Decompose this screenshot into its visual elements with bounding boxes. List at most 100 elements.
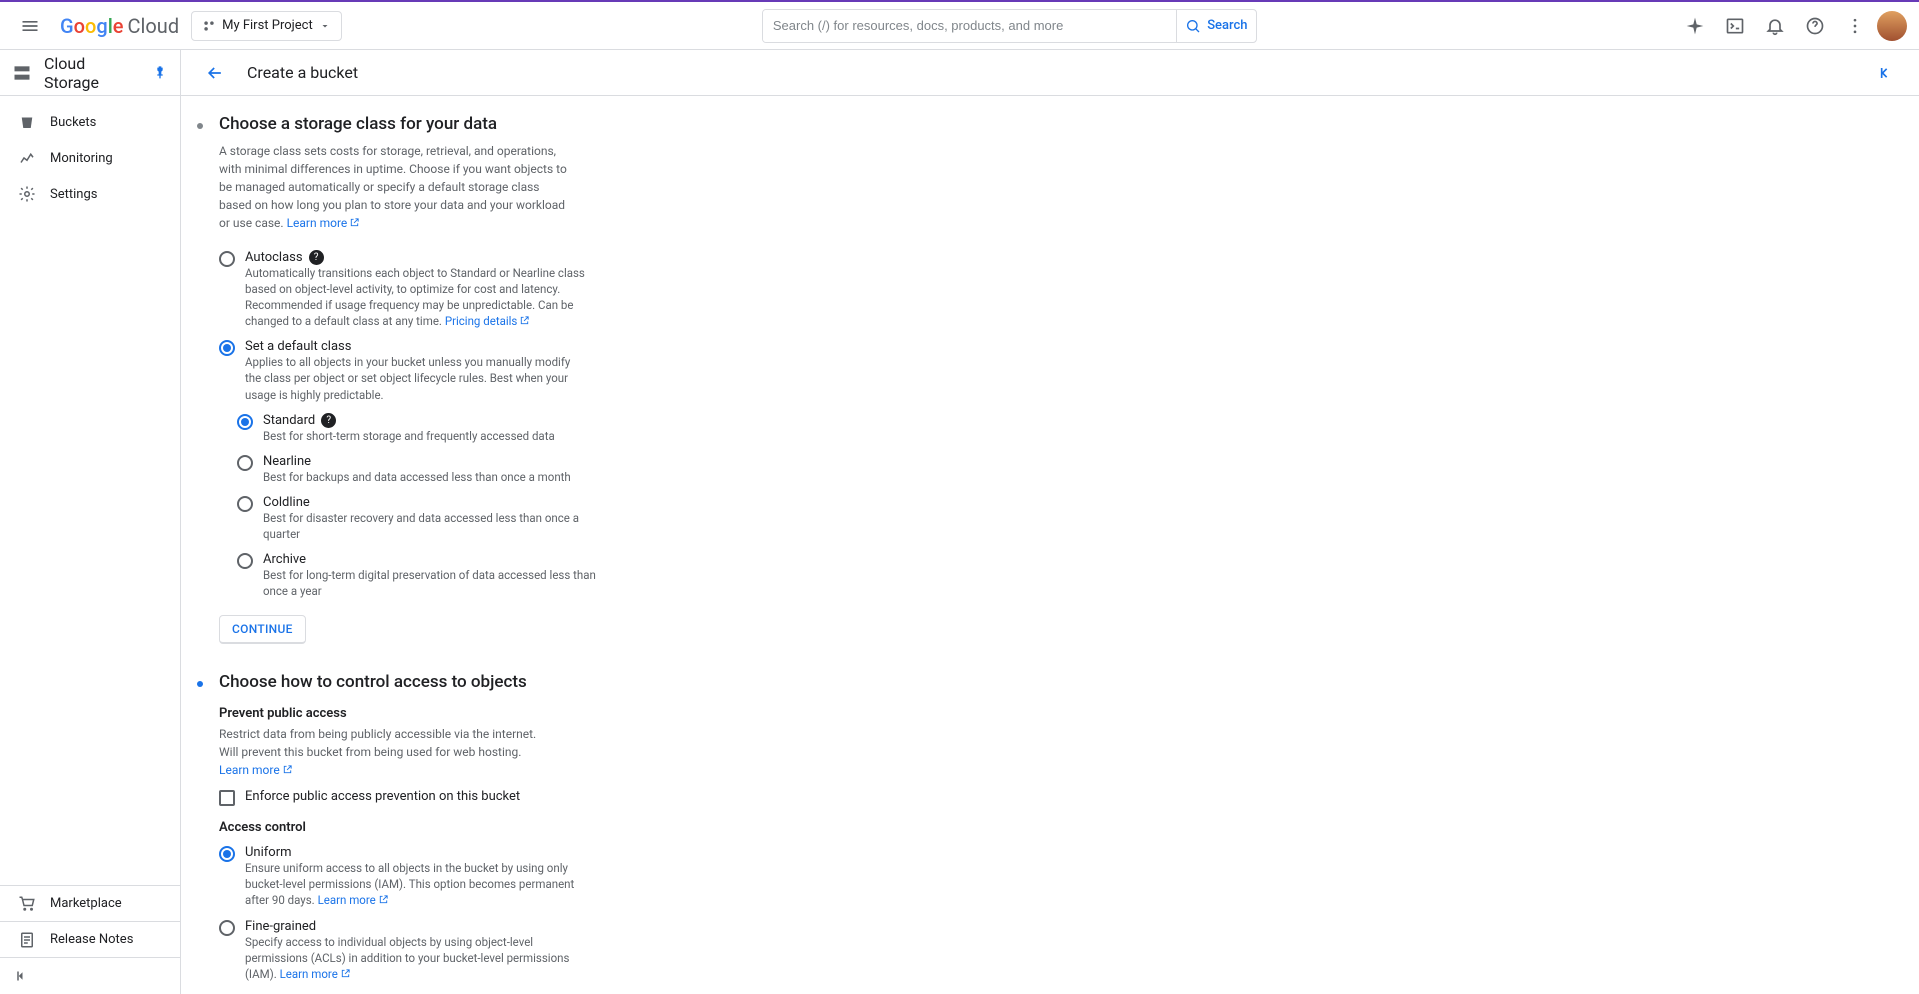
external-icon	[340, 968, 351, 979]
radio-label: Set a default class	[245, 339, 351, 354]
radio-coldline[interactable]: Coldline Best for disaster recovery and …	[237, 495, 795, 542]
learn-more-link[interactable]: Learn more	[280, 967, 351, 981]
notifications-icon[interactable]	[1757, 8, 1793, 44]
chevron-down-icon	[319, 20, 331, 32]
search-button[interactable]: Search	[1176, 10, 1256, 42]
collapse-sidebar-button[interactable]	[0, 958, 180, 994]
back-button[interactable]	[197, 55, 233, 91]
storage-icon	[12, 63, 32, 83]
step-heading: Choose how to control access to objects	[219, 672, 795, 692]
radio-autoclass[interactable]: Autoclass ? Automatically transitions ea…	[219, 250, 795, 329]
checkbox-label: Enforce public access prevention on this…	[245, 789, 520, 804]
sidebar-item-marketplace[interactable]: Marketplace	[0, 886, 180, 922]
radio-desc: Specify access to individual objects by …	[245, 934, 585, 982]
page-title: Create a bucket	[247, 63, 358, 82]
help-icon[interactable]	[1797, 8, 1833, 44]
step-heading: Choose a storage class for your data	[219, 114, 795, 134]
radio-desc: Best for disaster recovery and data acce…	[263, 510, 603, 542]
radio-desc: Automatically transitions each object to…	[245, 265, 585, 329]
radio-input[interactable]	[219, 920, 235, 936]
gemini-icon[interactable]	[1677, 8, 1713, 44]
sidebar-item-label: Monitoring	[50, 151, 113, 166]
cloudshell-icon[interactable]	[1717, 8, 1753, 44]
external-icon	[519, 315, 530, 326]
search-icon	[1185, 18, 1201, 34]
pin-icon[interactable]	[152, 65, 168, 81]
step-storage-class: Choose a storage class for your data A s…	[195, 114, 795, 644]
radio-nearline[interactable]: Nearline Best for backups and data acces…	[237, 454, 795, 485]
sidebar-item-release-notes[interactable]: Release Notes	[0, 922, 180, 958]
sidebar-item-label: Release Notes	[50, 932, 133, 947]
help-tooltip-icon[interactable]: ?	[321, 413, 336, 428]
subhead-access-control: Access control	[219, 820, 795, 835]
radio-label: Archive	[263, 552, 306, 567]
sidebar-item-label: Marketplace	[50, 896, 122, 911]
radio-input[interactable]	[219, 846, 235, 862]
chevron-left-icon	[12, 967, 30, 985]
google-cloud-logo[interactable]: Google Cloud	[60, 14, 179, 38]
cart-icon	[18, 895, 36, 913]
product-name: Cloud Storage	[44, 54, 140, 92]
radio-uniform[interactable]: Uniform Ensure uniform access to all obj…	[219, 845, 795, 908]
project-selector[interactable]: My First Project	[191, 11, 342, 41]
expand-panel-button[interactable]	[1867, 55, 1903, 91]
radio-label: Nearline	[263, 454, 311, 469]
gear-icon	[18, 185, 36, 203]
learn-more-link[interactable]: Learn more	[287, 216, 361, 230]
radio-set-default[interactable]: Set a default class Applies to all objec…	[219, 339, 795, 402]
radio-input[interactable]	[237, 496, 253, 512]
continue-button[interactable]: CONTINUE	[219, 615, 306, 644]
radio-desc: Best for long-term digital preservation …	[263, 567, 603, 599]
prevent-desc: Restrict data from being publicly access…	[219, 725, 549, 779]
search-input[interactable]	[763, 10, 1176, 42]
arrow-left-icon	[205, 63, 225, 83]
radio-label: Fine-grained	[245, 919, 316, 934]
learn-more-link[interactable]: Learn more	[318, 893, 389, 907]
learn-more-link[interactable]: Learn more	[219, 763, 293, 777]
checkbox-input[interactable]	[219, 790, 235, 806]
radio-label: Uniform	[245, 845, 292, 860]
product-sidebar: Cloud Storage Buckets Monitoring Setting…	[0, 50, 181, 994]
search-box[interactable]: Search	[762, 9, 1257, 43]
radio-desc: Best for short-term storage and frequent…	[263, 428, 603, 444]
radio-label: Coldline	[263, 495, 310, 510]
radio-fine-grained[interactable]: Fine-grained Specify access to individua…	[219, 919, 795, 982]
page: Create a bucket Choose a storage class f…	[181, 50, 1919, 994]
radio-label: Autoclass	[245, 250, 303, 265]
step-access: Choose how to control access to objects …	[195, 672, 795, 994]
product-row: Cloud Storage	[0, 50, 180, 96]
global-header: Google Cloud My First Project Search	[0, 2, 1919, 50]
radio-input[interactable]	[219, 251, 235, 267]
bucket-icon	[18, 113, 36, 131]
external-icon	[349, 217, 360, 228]
external-icon	[378, 894, 389, 905]
radio-input[interactable]	[237, 455, 253, 471]
step-desc: A storage class sets costs for storage, …	[219, 142, 569, 232]
radio-archive[interactable]: Archive Best for long-term digital prese…	[237, 552, 795, 599]
pricing-link[interactable]: Pricing details	[445, 314, 531, 328]
page-bar: Create a bucket	[181, 50, 1919, 96]
more-icon[interactable]	[1837, 8, 1873, 44]
avatar[interactable]	[1877, 11, 1907, 41]
sidebar-item-buckets[interactable]: Buckets	[0, 104, 180, 140]
sidebar-item-label: Settings	[50, 187, 97, 202]
radio-label: Standard	[263, 413, 315, 428]
radio-desc: Ensure uniform access to all objects in …	[245, 860, 585, 908]
document-icon	[18, 931, 36, 949]
sidebar-item-settings[interactable]: Settings	[0, 176, 180, 212]
hamburger-icon[interactable]	[12, 8, 48, 44]
chevron-left-bar-icon	[1875, 63, 1895, 83]
radio-input[interactable]	[237, 414, 253, 430]
enforce-checkbox[interactable]: Enforce public access prevention on this…	[219, 789, 795, 806]
radio-input[interactable]	[219, 340, 235, 356]
radio-desc: Applies to all objects in your bucket un…	[245, 354, 585, 402]
project-name: My First Project	[222, 18, 313, 33]
sidebar-item-label: Buckets	[50, 115, 96, 130]
radio-input[interactable]	[237, 553, 253, 569]
external-icon	[282, 764, 293, 775]
sidebar-item-monitoring[interactable]: Monitoring	[0, 140, 180, 176]
radio-desc: Best for backups and data accessed less …	[263, 469, 603, 485]
help-tooltip-icon[interactable]: ?	[309, 250, 324, 265]
radio-standard[interactable]: Standard ? Best for short-term storage a…	[237, 413, 795, 444]
chart-icon	[18, 149, 36, 167]
